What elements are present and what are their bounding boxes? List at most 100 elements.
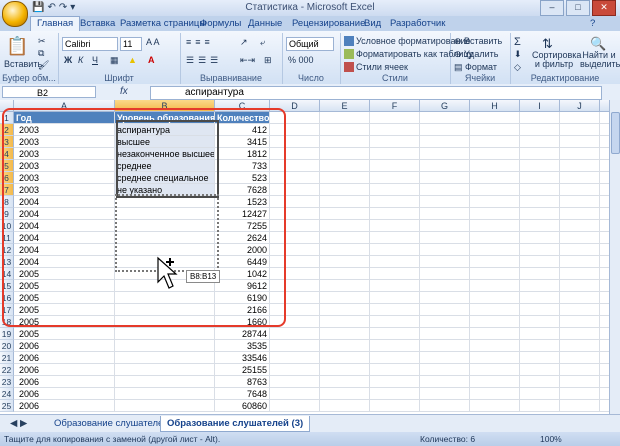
- column-header-f[interactable]: F: [370, 100, 420, 112]
- empty-cell[interactable]: [370, 184, 420, 196]
- empty-cell[interactable]: [520, 352, 560, 364]
- row-header[interactable]: 2: [0, 124, 14, 136]
- empty-cell[interactable]: [370, 316, 420, 328]
- empty-cell[interactable]: [370, 232, 420, 244]
- fill-icon[interactable]: ⬇: [514, 49, 522, 60]
- empty-cell[interactable]: [270, 376, 320, 388]
- empty-cell[interactable]: [320, 244, 370, 256]
- scroll-thumb[interactable]: [611, 112, 620, 154]
- empty-cell[interactable]: [520, 376, 560, 388]
- table-cell[interactable]: 2004: [14, 220, 115, 232]
- select-all-corner[interactable]: [0, 100, 14, 112]
- empty-cell[interactable]: [270, 244, 320, 256]
- table-cell[interactable]: аспирантура: [115, 124, 215, 136]
- tab-home[interactable]: Главная: [30, 16, 81, 32]
- empty-cell[interactable]: [270, 184, 320, 196]
- empty-cell[interactable]: [370, 220, 420, 232]
- table-cell[interactable]: [115, 328, 215, 340]
- empty-cell[interactable]: [270, 292, 320, 304]
- table-cell[interactable]: 2004: [14, 232, 115, 244]
- empty-cell[interactable]: [270, 160, 320, 172]
- table-cell[interactable]: 25155: [215, 364, 270, 376]
- empty-cell[interactable]: [470, 244, 520, 256]
- row-header[interactable]: 22: [0, 364, 14, 376]
- empty-cell[interactable]: [370, 148, 420, 160]
- table-cell[interactable]: 2006: [14, 400, 115, 412]
- table-cell[interactable]: незаконченное высшее: [115, 148, 215, 160]
- empty-cell[interactable]: [520, 400, 560, 412]
- row-header[interactable]: 6: [0, 172, 14, 184]
- empty-cell[interactable]: [270, 208, 320, 220]
- empty-cell[interactable]: [560, 268, 600, 280]
- cell-styles-button[interactable]: Стили ячеек: [344, 62, 408, 72]
- empty-cell[interactable]: [370, 160, 420, 172]
- empty-cell[interactable]: [320, 208, 370, 220]
- empty-cell[interactable]: [320, 352, 370, 364]
- vertical-scrollbar[interactable]: [609, 100, 620, 414]
- row-header[interactable]: 20: [0, 340, 14, 352]
- row-header[interactable]: 21: [0, 352, 14, 364]
- table-cell[interactable]: высшее: [115, 136, 215, 148]
- empty-cell[interactable]: [370, 364, 420, 376]
- orientation-icon[interactable]: ↗: [240, 37, 248, 48]
- table-header-cell[interactable]: Количество: [215, 112, 270, 124]
- zoom-level[interactable]: 100%: [540, 432, 562, 446]
- empty-cell[interactable]: [420, 184, 470, 196]
- worksheet-grid[interactable]: ABCDEFGHIJKL1234567891011121314151617181…: [0, 100, 610, 414]
- clear-icon[interactable]: ◇: [514, 62, 521, 73]
- table-cell[interactable]: 2166: [215, 304, 270, 316]
- empty-cell[interactable]: [320, 160, 370, 172]
- empty-cell[interactable]: [520, 208, 560, 220]
- empty-cell[interactable]: [320, 328, 370, 340]
- table-cell[interactable]: [115, 340, 215, 352]
- table-cell[interactable]: 7648: [215, 388, 270, 400]
- empty-cell[interactable]: [320, 148, 370, 160]
- empty-cell[interactable]: [560, 208, 600, 220]
- table-cell[interactable]: 33546: [215, 352, 270, 364]
- empty-cell[interactable]: [520, 340, 560, 352]
- empty-cell[interactable]: [320, 268, 370, 280]
- empty-cell[interactable]: [420, 388, 470, 400]
- empty-cell[interactable]: [270, 388, 320, 400]
- row-header[interactable]: 8: [0, 196, 14, 208]
- fill-color-icon[interactable]: ▲: [128, 55, 137, 65]
- empty-cell[interactable]: [520, 196, 560, 208]
- empty-cell[interactable]: [270, 304, 320, 316]
- column-header-i[interactable]: I: [520, 100, 560, 112]
- table-cell[interactable]: 1042: [215, 268, 270, 280]
- empty-cell[interactable]: [420, 316, 470, 328]
- empty-cell[interactable]: [520, 256, 560, 268]
- empty-cell[interactable]: [470, 232, 520, 244]
- empty-cell[interactable]: [520, 388, 560, 400]
- empty-cell[interactable]: [520, 280, 560, 292]
- table-cell[interactable]: 7628: [215, 184, 270, 196]
- autosum-icon[interactable]: Σ: [514, 36, 521, 48]
- column-header-g[interactable]: G: [420, 100, 470, 112]
- empty-cell[interactable]: [470, 340, 520, 352]
- office-button[interactable]: [2, 1, 28, 27]
- table-cell[interactable]: 412: [215, 124, 270, 136]
- empty-cell[interactable]: [560, 280, 600, 292]
- empty-cell[interactable]: [560, 160, 600, 172]
- table-cell[interactable]: не указано: [115, 184, 215, 196]
- table-cell[interactable]: 12427: [215, 208, 270, 220]
- empty-cell[interactable]: [560, 172, 600, 184]
- empty-cell[interactable]: [520, 220, 560, 232]
- empty-cell[interactable]: [370, 136, 420, 148]
- table-cell[interactable]: 2005: [14, 316, 115, 328]
- empty-cell[interactable]: [370, 376, 420, 388]
- table-cell[interactable]: 28744: [215, 328, 270, 340]
- row-header[interactable]: 10: [0, 220, 14, 232]
- empty-cell[interactable]: [320, 184, 370, 196]
- empty-cell[interactable]: [520, 148, 560, 160]
- empty-cell[interactable]: [270, 196, 320, 208]
- fx-icon[interactable]: fx: [120, 86, 128, 97]
- empty-cell[interactable]: [420, 352, 470, 364]
- table-cell[interactable]: 2003: [14, 136, 115, 148]
- row-header[interactable]: 17: [0, 304, 14, 316]
- empty-cell[interactable]: [320, 124, 370, 136]
- table-cell[interactable]: 1523: [215, 196, 270, 208]
- empty-cell[interactable]: [270, 352, 320, 364]
- table-cell[interactable]: 2003: [14, 160, 115, 172]
- empty-cell[interactable]: [370, 304, 420, 316]
